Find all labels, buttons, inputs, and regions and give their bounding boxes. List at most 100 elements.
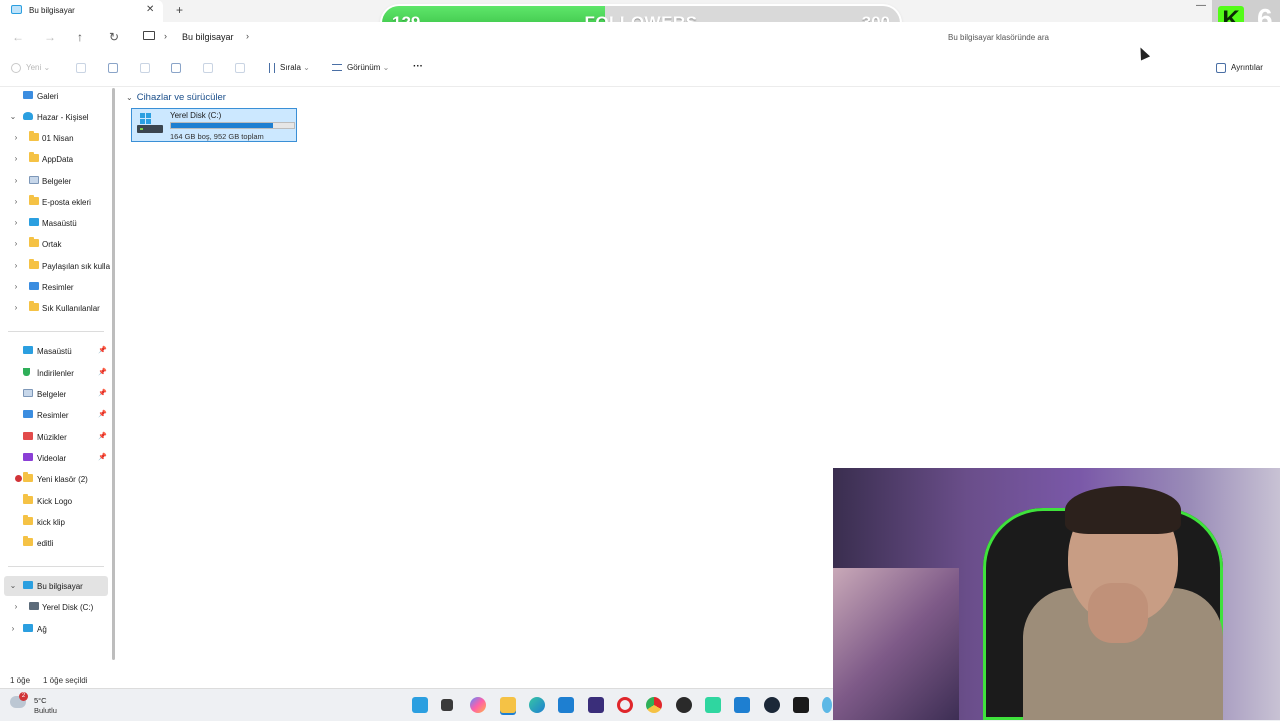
- terminal-icon[interactable]: [793, 697, 809, 713]
- sidebar-item-masaustu[interactable]: › Masaüstü: [0, 213, 110, 233]
- address-bar[interactable]: › Bu bilgisayar ›: [136, 26, 876, 48]
- start-icon[interactable]: [412, 697, 428, 713]
- sidebar-item-belgeler[interactable]: › Belgeler: [0, 171, 110, 191]
- task-view-icon[interactable]: [441, 699, 453, 711]
- sidebar-item-galeri[interactable]: Galeri: [0, 86, 110, 106]
- chrome-icon[interactable]: [646, 697, 662, 713]
- view-button[interactable]: Görünüm ⌄: [332, 63, 389, 79]
- quick-item-indirilenler[interactable]: İndirilenler 📌: [0, 363, 110, 383]
- breadcrumb-chevron-icon[interactable]: ›: [164, 31, 167, 41]
- cut-button[interactable]: [76, 63, 91, 79]
- details-label: Ayrıntılar: [1231, 63, 1263, 73]
- pin-icon[interactable]: 📌: [98, 453, 107, 461]
- sidebar-item-sik-kullanilanlar[interactable]: › Sık Kullanılanlar: [0, 298, 110, 318]
- quick-item-belgeler[interactable]: Belgeler 📌: [0, 384, 110, 404]
- quick-item-masaustu[interactable]: Masaüstü 📌: [0, 341, 110, 361]
- group-header-devices[interactable]: ⌄ Cihazlar ve sürücüler: [126, 92, 226, 103]
- nav-pane-scrollbar[interactable]: [112, 88, 115, 660]
- sidebar-item-bu-bilgisayar[interactable]: ⌄ Bu bilgisayar: [0, 576, 110, 596]
- opera-icon[interactable]: [617, 697, 633, 713]
- sidebar-item-e-posta-ekleri[interactable]: › E-posta ekleri: [0, 192, 110, 212]
- pin-icon[interactable]: 📌: [98, 346, 107, 354]
- network-icon: [23, 624, 33, 632]
- more-options-button[interactable]: ···: [413, 61, 423, 77]
- chevron-right-icon[interactable]: ›: [12, 218, 20, 227]
- details-button[interactable]: Ayrıntılar: [1216, 63, 1263, 79]
- edge-icon[interactable]: [529, 697, 545, 713]
- sidebar-item-label: Kick Logo: [37, 497, 73, 506]
- quick-item-kick-logo[interactable]: Kick Logo: [0, 491, 110, 511]
- copilot-icon[interactable]: [470, 697, 486, 713]
- sidebar-item-hazar-kisisel[interactable]: ⌄ Hazar - Kişisel: [0, 107, 110, 127]
- chevron-right-icon[interactable]: ›: [12, 261, 20, 270]
- close-tab-icon[interactable]: ✕: [146, 4, 154, 15]
- sidebar-item-01-nisan[interactable]: › 01 Nisan: [0, 128, 110, 148]
- tab-bu-bilgisayar[interactable]: Bu bilgisayar ✕: [0, 0, 163, 22]
- obs-icon[interactable]: [676, 697, 692, 713]
- forward-button[interactable]: →: [44, 30, 56, 44]
- sidebar-item-ag[interactable]: › Ağ: [0, 619, 110, 639]
- back-button[interactable]: ←: [12, 30, 24, 44]
- settings-icon[interactable]: [822, 697, 832, 713]
- sidebar-item-label: Yerel Disk (C:): [42, 603, 94, 612]
- copy-button[interactable]: [108, 63, 123, 79]
- group-title: Cihazlar ve sürücüler: [136, 92, 226, 103]
- quick-item-editli[interactable]: editli: [0, 533, 110, 553]
- sidebar-item-label: Ortak: [42, 240, 62, 249]
- quick-item-muzikler[interactable]: Müzikler 📌: [0, 427, 110, 447]
- sidebar-item-appdata[interactable]: › AppData: [0, 149, 110, 169]
- photos-icon[interactable]: [734, 697, 750, 713]
- chevron-right-icon[interactable]: ›: [12, 154, 20, 163]
- chevron-down-icon[interactable]: ⌄: [9, 581, 17, 590]
- breadcrumb-bu-bilgisayar[interactable]: Bu bilgisayar: [182, 32, 234, 42]
- drive-tile-c[interactable]: Yerel Disk (C:) 164 GB boş, 952 GB topla…: [131, 108, 297, 142]
- paste-button[interactable]: [140, 63, 155, 79]
- rename-button[interactable]: [171, 63, 186, 79]
- chevron-right-icon[interactable]: ›: [12, 239, 20, 248]
- sidebar-item-resimler[interactable]: › Resimler: [0, 277, 110, 297]
- quick-item-kick-klip[interactable]: kick klip: [0, 512, 110, 532]
- store-icon[interactable]: [558, 697, 574, 713]
- sidebar-item-label: Belgeler: [42, 177, 72, 186]
- pin-icon[interactable]: 📌: [98, 410, 107, 418]
- chevron-down-icon[interactable]: ⌄: [9, 112, 17, 121]
- chevron-right-icon[interactable]: ›: [12, 197, 20, 206]
- pin-icon[interactable]: 📌: [98, 368, 107, 376]
- sidebar-item-ortak[interactable]: › Ortak: [0, 234, 110, 254]
- chevron-right-icon[interactable]: ›: [12, 282, 20, 291]
- search-input[interactable]: Bu bilgisayar klasöründe ara: [938, 26, 1210, 48]
- up-button[interactable]: ↑: [77, 30, 83, 44]
- refresh-button[interactable]: ↻: [109, 30, 119, 44]
- sidebar-item-paylasilan[interactable]: › Paylaşılan sık kulla: [0, 256, 110, 276]
- divider: [8, 566, 104, 567]
- new-button[interactable]: Yeni ⌄: [11, 63, 50, 79]
- app-icon[interactable]: [705, 697, 721, 713]
- chevron-right-icon[interactable]: ›: [9, 624, 17, 633]
- chevron-right-icon[interactable]: ›: [12, 176, 20, 185]
- app-icon[interactable]: [588, 697, 604, 713]
- breadcrumb-chevron-icon[interactable]: ›: [246, 31, 249, 41]
- pin-icon[interactable]: 📌: [98, 389, 107, 397]
- quick-item-videolar[interactable]: Videolar 📌: [0, 448, 110, 468]
- sort-button[interactable]: Sırala ⌄: [269, 63, 310, 79]
- navigation-pane: Galeri ⌄ Hazar - Kişisel › 01 Nisan › Ap…: [0, 86, 112, 672]
- chevron-right-icon[interactable]: ›: [12, 303, 20, 312]
- pin-icon[interactable]: 📌: [98, 432, 107, 440]
- file-explorer-icon[interactable]: [500, 697, 516, 713]
- sidebar-item-yerel-disk[interactable]: › Yerel Disk (C:): [0, 597, 110, 617]
- status-bar: 1 öğe 1 öğe seçildi: [0, 674, 832, 688]
- video-icon: [23, 453, 33, 461]
- new-tab-button[interactable]: +: [176, 3, 183, 17]
- chevron-right-icon[interactable]: ›: [12, 133, 20, 142]
- quick-item-yeni-klasor[interactable]: Yeni klasör (2): [0, 469, 110, 489]
- delete-button[interactable]: [235, 63, 250, 79]
- weather-widget[interactable]: 2 5°C Bulutlu: [10, 692, 70, 718]
- minimize-button[interactable]: —: [1196, 0, 1206, 11]
- chevron-down-icon[interactable]: ⌄: [126, 93, 133, 102]
- details-pane-icon: [1216, 63, 1226, 73]
- chevron-right-icon[interactable]: ›: [12, 602, 20, 611]
- share-button[interactable]: [203, 63, 218, 79]
- quick-item-resimler[interactable]: Resimler 📌: [0, 405, 110, 425]
- weather-condition: Bulutlu: [34, 706, 57, 715]
- steam-icon[interactable]: [764, 697, 780, 713]
